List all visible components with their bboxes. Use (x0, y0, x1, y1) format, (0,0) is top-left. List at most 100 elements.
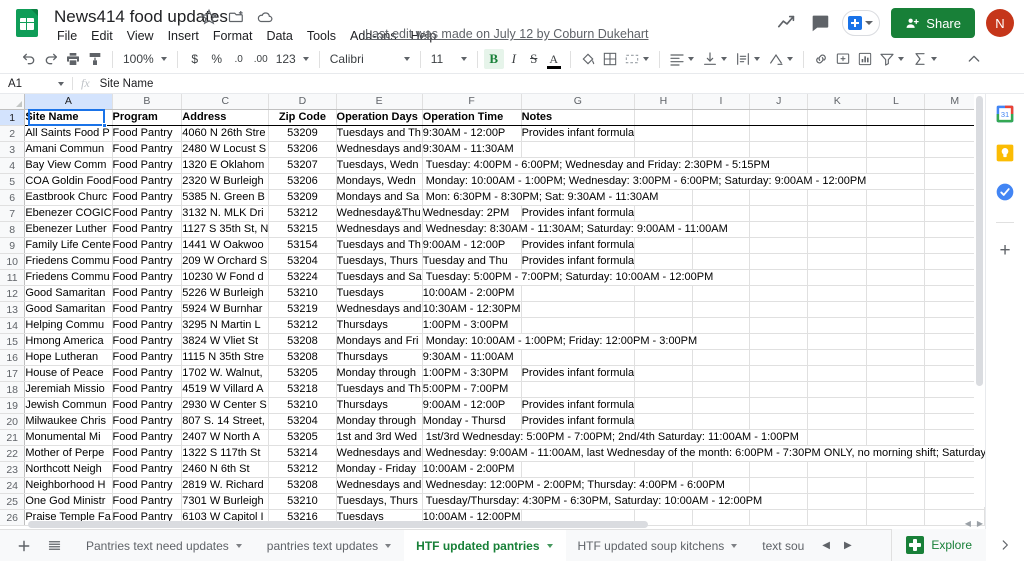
calendar-icon[interactable]: 31 (995, 104, 1015, 124)
row-header-3[interactable]: 3 (0, 141, 26, 158)
cell-K16[interactable] (807, 349, 868, 366)
column-header-g[interactable]: G (521, 94, 636, 110)
insert-chart-icon[interactable] (854, 48, 876, 70)
cell-I1[interactable] (692, 109, 751, 126)
cell-L8[interactable] (866, 221, 926, 238)
cell-F15[interactable]: Monday: 10:00AM - 1:00PM; Friday: 12:00P… (422, 333, 700, 350)
column-header-a[interactable]: A (24, 94, 113, 110)
row-header-18[interactable]: 18 (0, 381, 26, 398)
cell-C11[interactable]: 10230 W Fond d (181, 269, 270, 286)
cell-I10[interactable] (692, 253, 751, 270)
cell-A8[interactable]: Ebenezer Luther (24, 221, 113, 238)
menu-insert[interactable]: Insert (161, 26, 206, 46)
cell-F13[interactable]: 10:30AM - 12:30PM (422, 301, 522, 318)
cell-B16[interactable]: Food Pantry (112, 349, 183, 366)
cell-L5[interactable] (866, 173, 926, 190)
cell-G2[interactable]: Provides infant formula (521, 125, 636, 142)
cell-D23[interactable]: 53212 (268, 461, 337, 478)
cell-A22[interactable]: Mother of Perpe (24, 445, 113, 462)
column-header-d[interactable]: D (268, 94, 337, 110)
cell-K21[interactable] (807, 429, 868, 446)
cell-L21[interactable] (866, 429, 926, 446)
cell-D13[interactable]: 53219 (268, 301, 337, 318)
cell-H7[interactable] (634, 205, 693, 222)
zoom-selector[interactable]: 100% (119, 52, 171, 66)
cell-E12[interactable]: Tuesdays (336, 285, 423, 302)
cell-E11[interactable]: Tuesdays and Sa (336, 269, 423, 286)
cell-D14[interactable]: 53212 (268, 317, 337, 334)
cell-B15[interactable]: Food Pantry (112, 333, 183, 350)
cell-B14[interactable]: Food Pantry (112, 317, 183, 334)
cell-H1[interactable] (634, 109, 693, 126)
cell-F1[interactable]: Operation Time (422, 109, 522, 126)
cell-E9[interactable]: Tuesdays and Th (336, 237, 423, 254)
cell-I26[interactable] (692, 509, 751, 526)
chevron-down-icon[interactable] (930, 57, 937, 61)
cell-D4[interactable]: 53207 (268, 157, 337, 174)
cell-K9[interactable] (807, 237, 868, 254)
cell-A19[interactable]: Jewish Commun (24, 397, 113, 414)
meet-button[interactable] (842, 10, 881, 36)
cell-J18[interactable] (749, 381, 809, 398)
column-header-h[interactable]: H (634, 94, 693, 110)
cell-G3[interactable] (521, 141, 636, 158)
cell-A10[interactable]: Friedens Commu (24, 253, 113, 270)
selection-fill-handle[interactable] (102, 123, 107, 128)
cell-D9[interactable]: 53154 (268, 237, 337, 254)
font-family-selector[interactable]: Calibri (326, 52, 414, 66)
cell-K11[interactable] (807, 269, 868, 286)
chevron-down-icon[interactable] (235, 543, 242, 548)
text-wrapping-icon[interactable] (732, 48, 754, 70)
undo-icon[interactable] (18, 48, 40, 70)
cell-G9[interactable]: Provides infant formula (521, 237, 636, 254)
cell-B11[interactable]: Food Pantry (112, 269, 183, 286)
column-header-c[interactable]: C (181, 94, 270, 110)
menu-tools[interactable]: Tools (300, 26, 343, 46)
cell-E18[interactable]: Tuesdays and Th (336, 381, 423, 398)
cell-C1[interactable]: Address (181, 109, 270, 126)
cell-B21[interactable]: Food Pantry (112, 429, 183, 446)
cell-J8[interactable] (749, 221, 809, 238)
chevron-down-icon[interactable] (642, 57, 649, 61)
cell-J7[interactable] (749, 205, 809, 222)
cell-F19[interactable]: 9:00AM - 12:00P (422, 397, 522, 414)
row-header-26[interactable]: 26 (0, 509, 26, 526)
cell-D3[interactable]: 53206 (268, 141, 337, 158)
cell-C16[interactable]: 1115 N 35th Stre (181, 349, 270, 366)
cell-B2[interactable]: Food Pantry (112, 125, 183, 142)
cell-D22[interactable]: 53214 (268, 445, 337, 462)
cell-L13[interactable] (866, 301, 926, 318)
row-header-12[interactable]: 12 (0, 285, 26, 302)
row-header-7[interactable]: 7 (0, 205, 26, 222)
cell-H20[interactable] (634, 413, 693, 430)
cell-D21[interactable]: 53205 (268, 429, 337, 446)
increase-decimal-button[interactable]: .00 (250, 48, 272, 70)
cell-L16[interactable] (866, 349, 926, 366)
cell-L25[interactable] (866, 493, 926, 510)
cell-E13[interactable]: Wednesdays and (336, 301, 423, 318)
cell-E8[interactable]: Wednesdays and (336, 221, 423, 238)
cell-L9[interactable] (866, 237, 926, 254)
cell-F12[interactable]: 10:00AM - 2:00PM (422, 285, 522, 302)
column-header-f[interactable]: F (422, 94, 522, 110)
cell-A18[interactable]: Jeremiah Missio (24, 381, 113, 398)
cell-L19[interactable] (866, 397, 926, 414)
cell-I17[interactable] (692, 365, 751, 382)
cell-J14[interactable] (749, 317, 809, 334)
cell-D19[interactable]: 53210 (268, 397, 337, 414)
cell-K15[interactable] (807, 333, 868, 350)
row-header-19[interactable]: 19 (0, 397, 26, 414)
cell-K18[interactable] (807, 381, 868, 398)
cell-L20[interactable] (866, 413, 926, 430)
row-header-4[interactable]: 4 (0, 157, 26, 174)
cell-H12[interactable] (634, 285, 693, 302)
cell-A15[interactable]: Hmong America (24, 333, 113, 350)
vertical-align-icon[interactable] (699, 48, 721, 70)
cell-D8[interactable]: 53215 (268, 221, 337, 238)
cell-K8[interactable] (807, 221, 868, 238)
cell-F11[interactable]: Tuesday: 5:00PM - 7:00PM; Saturday: 10:0… (422, 269, 716, 286)
cell-F6[interactable]: Mon: 6:30PM - 8:30PM; Sat: 9:30AM - 11:3… (422, 189, 661, 206)
cell-K20[interactable] (807, 413, 868, 430)
cell-K17[interactable] (807, 365, 868, 382)
cell-H3[interactable] (634, 141, 693, 158)
